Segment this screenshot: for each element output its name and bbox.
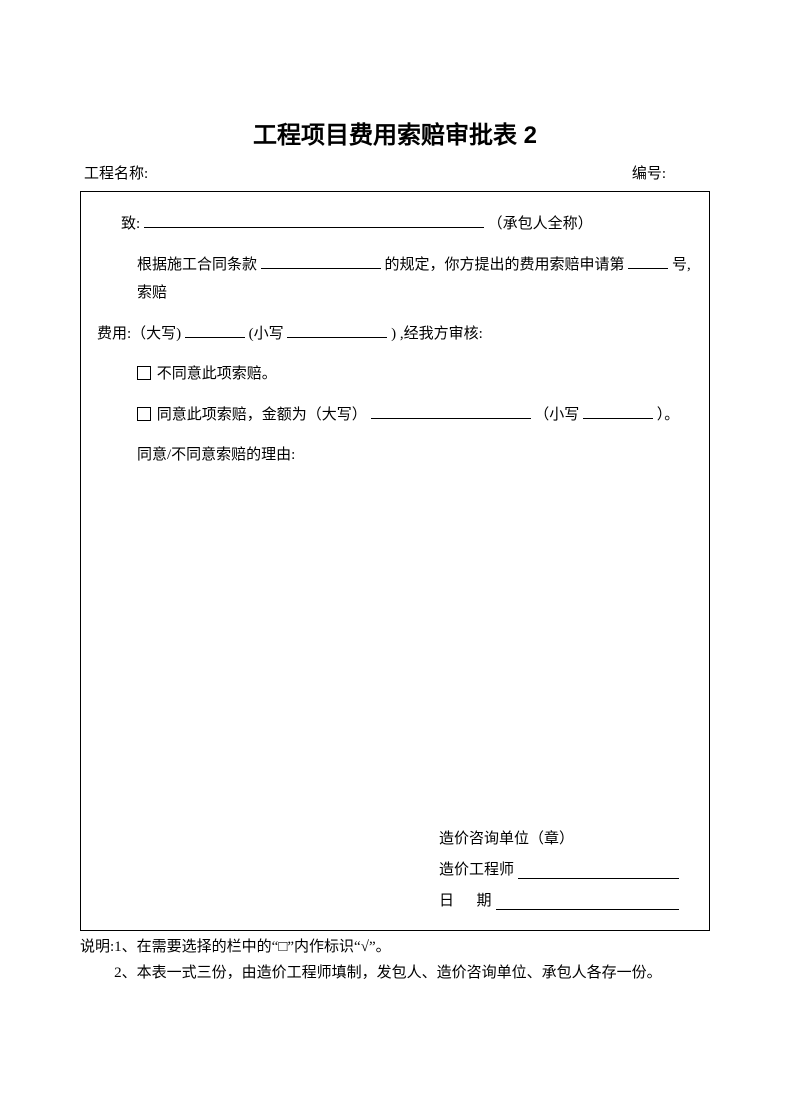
form-box: 致: （承包人全称） 根据施工合同条款 的规定，你方提出的费用索赔申请第 号,索… [80,191,710,931]
addressee-line: 致: （承包人全称） [89,210,701,239]
notes-section: 说明: 1、在需要选择的栏中的“□”内作标识“√”。 2、本表一式三份，由造价工… [80,935,710,986]
option-agree: 同意此项索赔，金额为（大写） （小写 ）。 [89,401,701,430]
checkbox-disagree[interactable] [137,366,151,380]
para1-b: 的规定，你方提出的费用索赔申请第 [385,257,625,273]
para2-b: (小写 [249,326,284,342]
contractor-name-field[interactable] [144,213,484,228]
to-prefix: 致: [121,216,140,232]
opt2-c: ）。 [657,407,680,423]
claim-number-field[interactable] [628,254,668,269]
reason-label: 同意/不同意索赔的理由: [89,441,701,470]
serial-number-label: 编号: [632,162,706,183]
engineer-label: 造价工程师 [439,858,514,879]
to-suffix: （承包人全称） [488,216,593,232]
project-name-label: 工程名称: [84,162,148,183]
opt2-b: （小写 [534,407,579,423]
note-item-2: 2、本表一式三份，由造价工程师填制，发包人、造价咨询单位、承包人各存一份。 [114,961,710,987]
agree-amount-num-field[interactable] [583,404,653,419]
date-label: 日 期 [439,889,492,910]
amount-cn-field[interactable] [185,323,245,338]
contract-clause-field[interactable] [261,254,381,269]
date-field[interactable] [496,895,679,910]
form-title: 工程项目费用索赔审批表 2 [80,115,710,150]
para2-a: 费用:（大写) [97,326,181,342]
checkbox-agree[interactable] [137,407,151,421]
opt2-a: 同意此项索赔，金额为（大写） [157,407,367,423]
amount-num-field[interactable] [287,323,387,338]
notes-label: 说明: [80,935,114,986]
opt1-text: 不同意此项索赔。 [157,366,277,382]
paragraph-2: 费用:（大写) (小写 ) ,经我方审核: [89,320,701,349]
engineer-sign-field[interactable] [518,864,679,879]
consult-unit-label: 造价咨询单位（章） [439,827,574,848]
agree-amount-cn-field[interactable] [371,404,531,419]
option-disagree: 不同意此项索赔。 [89,360,701,389]
header-row: 工程名称: 编号: [80,162,710,183]
note-item-1: 1、在需要选择的栏中的“□”内作标识“√”。 [114,935,710,961]
paragraph-1: 根据施工合同条款 的规定，你方提出的费用索赔申请第 号,索赔 [89,251,701,308]
para1-a: 根据施工合同条款 [137,257,257,273]
para2-c: ) ,经我方审核: [391,326,483,342]
signature-block: 造价咨询单位（章） 造价工程师 日 期 [439,827,679,920]
